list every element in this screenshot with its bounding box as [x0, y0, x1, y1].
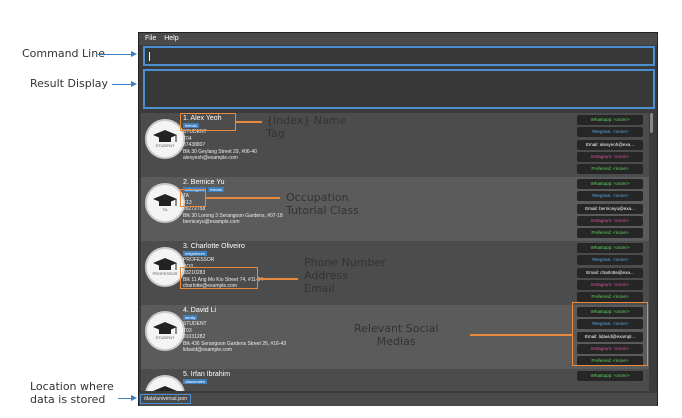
callout-result-display-arrow — [112, 81, 137, 87]
annot-line-contact — [258, 278, 298, 280]
social-pill[interactable]: Preferred: <none> — [577, 291, 643, 302]
tag-badge: friends — [208, 187, 225, 192]
menu-bar: File Help — [139, 33, 657, 45]
annot-box-name-tag — [180, 113, 236, 131]
person-header: 5. Irfan Ibrahim — [183, 371, 231, 378]
person-header: 4. David Li — [183, 307, 217, 314]
person-avatar: TA — [145, 183, 185, 223]
person-card[interactable]: 5. Irfan Ibrahim classmates Whatsapp: <n… — [141, 369, 649, 391]
annot-line-socials — [470, 334, 572, 336]
annot-socials: Relevant Social Medias — [354, 322, 439, 348]
avatar-label: STUDENT — [155, 335, 175, 340]
person-email: berniceyu@example.com — [183, 219, 240, 226]
tag-badge: neighbours — [183, 251, 207, 256]
social-list: Whatsapp: <none> Telegram: <none> Email: c… — [577, 241, 643, 304]
social-pill[interactable]: Telegram: <none> — [577, 255, 643, 266]
person-email: lidavid@example.com — [183, 347, 232, 354]
social-list: Whatsapp: <none> — [577, 369, 643, 383]
social-pill[interactable]: Email: alexyeoh@exa... — [577, 139, 643, 150]
graduation-cap-icon — [153, 130, 177, 142]
social-list: Whatsapp: <none> Telegram: <none> Email: b… — [577, 177, 643, 240]
status-bar — [139, 393, 657, 406]
person-avatar: PROFESSOR — [145, 247, 185, 287]
callout-command-line: Command Line — [22, 47, 105, 60]
person-header: 2. Bernice Yu — [183, 179, 225, 186]
graduation-cap-icon — [153, 322, 177, 334]
callout-result-display: Result Display — [30, 77, 109, 90]
social-pill[interactable]: Instagram: <none> — [577, 215, 643, 226]
social-pill[interactable]: Preferred: <none> — [577, 227, 643, 238]
social-pill[interactable]: Instagram: <none> — [577, 279, 643, 290]
menu-help[interactable]: Help — [164, 35, 178, 42]
social-pill[interactable]: Whatsapp: <none> — [577, 371, 643, 382]
person-avatar — [145, 375, 185, 391]
person-tags: classmates — [183, 379, 230, 385]
annot-box-occupation — [180, 189, 206, 207]
avatar-label: PROFESSOR — [152, 271, 178, 276]
professor-icon — [153, 258, 177, 270]
annot-line-occupation — [206, 197, 280, 199]
social-pill[interactable]: Telegram: <none> — [577, 191, 643, 202]
person-card[interactable]: TA 2. Bernice Yu colleagues friends TA F1… — [141, 177, 649, 241]
social-pill[interactable]: Whatsapp: <none> — [577, 179, 643, 190]
result-display — [143, 69, 655, 109]
teaching-assistant-icon — [153, 194, 177, 206]
social-pill[interactable]: Email: berniceyu@exa... — [577, 203, 643, 214]
social-list: Whatsapp: <none> Telegram: <none> Email: a… — [577, 113, 643, 176]
social-pill[interactable]: Preferred: <none> — [577, 163, 643, 174]
person-info: 4. David Li family STUDENT T03 91031282 … — [183, 307, 286, 353]
graduation-cap-icon — [153, 386, 177, 391]
annot-phone-address-email: Phone Number Address Email — [304, 256, 386, 295]
annot-box-contact — [180, 267, 258, 289]
callout-location-arrow — [118, 395, 137, 401]
tag-badge: classmates — [183, 379, 208, 384]
social-pill[interactable]: Telegram: <none> — [577, 127, 643, 138]
person-header: 3. Charlotte Oliveiro — [183, 243, 245, 250]
person-avatar: STUDENT — [145, 119, 185, 159]
text-caret — [149, 52, 150, 61]
annot-line-name-tag — [236, 121, 262, 123]
avatar-label: TA — [162, 207, 168, 212]
scrollbar[interactable] — [650, 113, 653, 133]
annot-index-name-tag: {Index} Name Tag — [266, 114, 347, 140]
person-email: alexyeoh@example.com — [183, 155, 238, 162]
avatar-label: STUDENT — [155, 143, 175, 148]
social-pill[interactable]: Email: charlotte@exa... — [577, 267, 643, 278]
annot-box-socials — [572, 302, 648, 366]
tag-badge: family — [183, 315, 198, 320]
social-pill[interactable]: Instagram: <none> — [577, 151, 643, 162]
person-avatar: STUDENT — [145, 311, 185, 351]
annot-occupation: Occupation Tutorial Class — [286, 191, 359, 217]
social-pill[interactable]: Whatsapp: <none> — [577, 115, 643, 126]
social-pill[interactable]: Whatsapp: <none> — [577, 243, 643, 254]
menu-file[interactable]: File — [145, 35, 156, 42]
storage-path: /data\universal.json — [140, 394, 192, 404]
person-info: 5. Irfan Ibrahim classmates — [183, 371, 230, 385]
callout-location: Location where data is stored — [30, 380, 114, 406]
command-box[interactable] — [143, 46, 655, 66]
callout-command-line-arrow — [98, 51, 137, 57]
